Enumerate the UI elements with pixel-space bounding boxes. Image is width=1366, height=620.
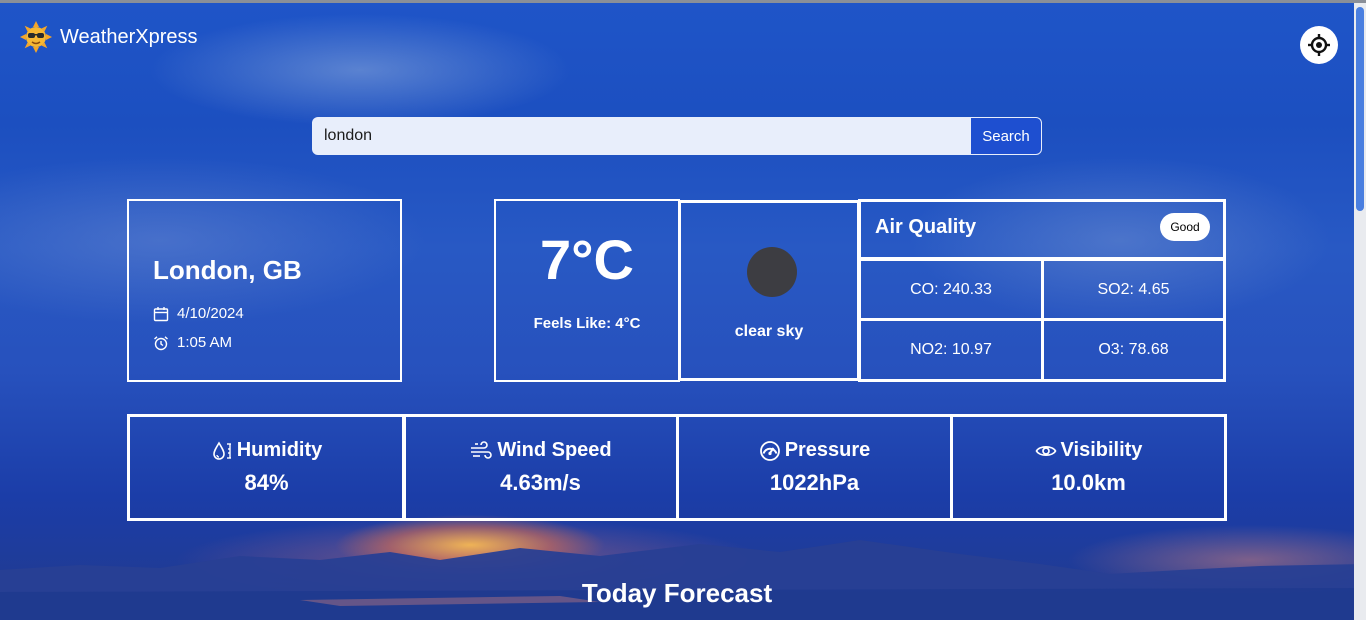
visibility-label-row: Visibility bbox=[1035, 439, 1143, 462]
current-time: 1:05 AM bbox=[177, 334, 233, 351]
humidity-label: Humidity bbox=[236, 439, 323, 461]
pressure-value: 1022hPa bbox=[769, 470, 860, 495]
air-quality-title: Air Quality bbox=[875, 216, 977, 238]
aq-co: CO: 240.33 bbox=[858, 258, 1044, 321]
page-scrollbar[interactable] bbox=[1354, 3, 1366, 620]
visibility-card: Visibility 10.0km bbox=[950, 414, 1227, 521]
date-row: 4/10/2024 bbox=[153, 305, 244, 322]
wind-speed-label: Wind Speed bbox=[497, 439, 612, 461]
current-location-button[interactable] bbox=[1300, 26, 1338, 64]
humidity-icon bbox=[212, 440, 231, 460]
air-quality-header: Air Quality Good bbox=[858, 199, 1226, 260]
gauge-icon bbox=[759, 440, 780, 461]
wind-speed-label-row: Wind Speed bbox=[469, 439, 612, 462]
visibility-value: 10.0km bbox=[1051, 470, 1126, 495]
pressure-card: Pressure 1022hPa bbox=[676, 414, 953, 521]
current-date: 4/10/2024 bbox=[177, 305, 244, 322]
feels-like: Feels Like: 4°C bbox=[533, 315, 641, 332]
brand[interactable]: WeatherXpress bbox=[20, 20, 197, 54]
crosshair-location-icon bbox=[1308, 34, 1330, 56]
city-card: London, GB 4/10/2024 1:05 AM bbox=[127, 199, 402, 382]
humidity-value: 84% bbox=[244, 470, 289, 495]
calendar-icon bbox=[153, 306, 169, 321]
aq-so2: SO2: 4.65 bbox=[1041, 258, 1226, 321]
wind-speed-card: Wind Speed 4.63m/s bbox=[402, 414, 679, 521]
humidity-label-row: Humidity bbox=[211, 439, 323, 462]
condition-text: clear sky bbox=[734, 323, 804, 340]
time-row: 1:05 AM bbox=[153, 334, 232, 351]
temperature-card: 7°C Feels Like: 4°C bbox=[494, 199, 680, 382]
pressure-label-row: Pressure bbox=[759, 439, 871, 462]
visibility-label: Visibility bbox=[1060, 439, 1143, 461]
humidity-card: Humidity 84% bbox=[127, 414, 406, 521]
search-input[interactable] bbox=[312, 117, 970, 155]
alarm-clock-icon bbox=[154, 335, 168, 350]
app-name: WeatherXpress bbox=[60, 25, 198, 48]
air-quality-status-badge: Good bbox=[1160, 213, 1210, 241]
temperature-value: 7°C bbox=[540, 228, 634, 291]
eye-icon bbox=[1035, 445, 1057, 456]
sun-with-sunglasses-icon bbox=[20, 21, 52, 53]
search-button[interactable]: Search bbox=[970, 117, 1042, 155]
wind-icon bbox=[471, 440, 493, 459]
aq-o3: O3: 78.68 bbox=[1041, 318, 1226, 382]
browser-top-edge bbox=[0, 0, 1366, 3]
aq-no2: NO2: 10.97 bbox=[858, 318, 1044, 382]
today-forecast-heading: Today Forecast bbox=[581, 578, 773, 608]
wind-speed-value: 4.63m/s bbox=[500, 470, 581, 495]
city-name: London, GB bbox=[153, 255, 302, 285]
search-bar: Search bbox=[312, 117, 1042, 155]
condition-card: clear sky bbox=[678, 200, 860, 381]
scrollbar-thumb[interactable] bbox=[1356, 7, 1364, 211]
weather-condition-icon bbox=[747, 247, 797, 297]
pressure-label: Pressure bbox=[784, 439, 871, 461]
